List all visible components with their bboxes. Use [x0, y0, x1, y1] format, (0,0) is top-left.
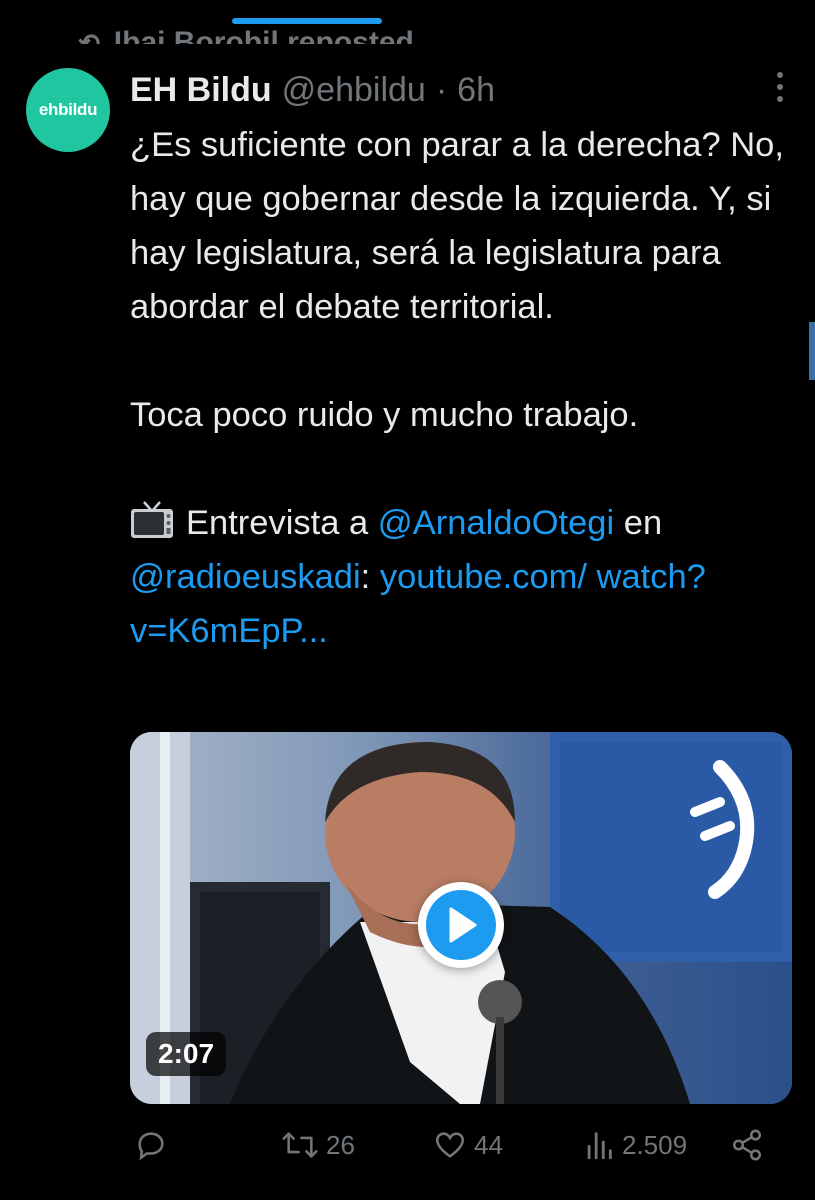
share-icon	[732, 1129, 762, 1161]
repost-icon	[282, 1132, 318, 1158]
reply-button[interactable]	[134, 1122, 174, 1168]
repost-button[interactable]: 26	[280, 1122, 355, 1168]
more-icon[interactable]	[775, 72, 785, 102]
television-icon	[130, 500, 174, 540]
like-count: 44	[474, 1129, 503, 1160]
heart-icon	[435, 1132, 465, 1158]
tweet-paragraph-1: ¿Es suficiente con parar a la derecha? N…	[130, 126, 784, 326]
views-icon	[587, 1132, 612, 1160]
interview-prefix: Entrevista a	[186, 504, 369, 542]
like-button[interactable]: 44	[432, 1122, 503, 1168]
video-duration: 2:07	[146, 1032, 227, 1076]
reply-icon	[138, 1132, 164, 1161]
connector-text: en	[623, 504, 663, 542]
repost-header[interactable]: ⟲ Ibai Borobil reposted	[78, 14, 414, 45]
video-thumbnail[interactable]: 2:07	[130, 732, 792, 1104]
views-button[interactable]: 2.509	[582, 1122, 687, 1168]
tweet-header: EH Bildu @ehbildu · 6h	[130, 68, 495, 112]
play-icon	[426, 890, 496, 960]
repost-small-icon: ⟲	[78, 28, 100, 44]
separator-dot: ·	[435, 70, 448, 109]
play-button[interactable]	[418, 882, 504, 968]
colon-text: :	[360, 558, 371, 596]
repost-text: Ibai Borobil reposted	[113, 26, 414, 45]
timestamp[interactable]: 6h	[457, 71, 495, 110]
mention-arnaldootegi[interactable]: @ArnaldoOtegi	[378, 504, 614, 542]
views-count: 2.509	[622, 1129, 688, 1160]
tweet-paragraph-3: Entrevista a @ArnaldoOtegi en @radioeusk…	[130, 496, 795, 658]
author-handle[interactable]: @ehbildu	[282, 71, 426, 110]
share-button[interactable]	[730, 1122, 764, 1168]
mention-radioeuskadi[interactable]: @radioeuskadi	[130, 558, 361, 596]
tweet-actions: 26 44 2.509	[130, 1122, 770, 1168]
tweet-text: ¿Es suficiente con parar a la derecha? N…	[130, 118, 795, 658]
scrollbar-thumb[interactable]	[809, 322, 815, 380]
tweet-paragraph-2: Toca poco ruido y mucho trabajo.	[130, 396, 639, 434]
author-name[interactable]: EH Bildu	[130, 71, 272, 110]
repost-count: 26	[326, 1129, 355, 1160]
avatar-logo-text: ehbildu	[38, 100, 98, 119]
avatar[interactable]: ehbildu	[26, 68, 110, 152]
